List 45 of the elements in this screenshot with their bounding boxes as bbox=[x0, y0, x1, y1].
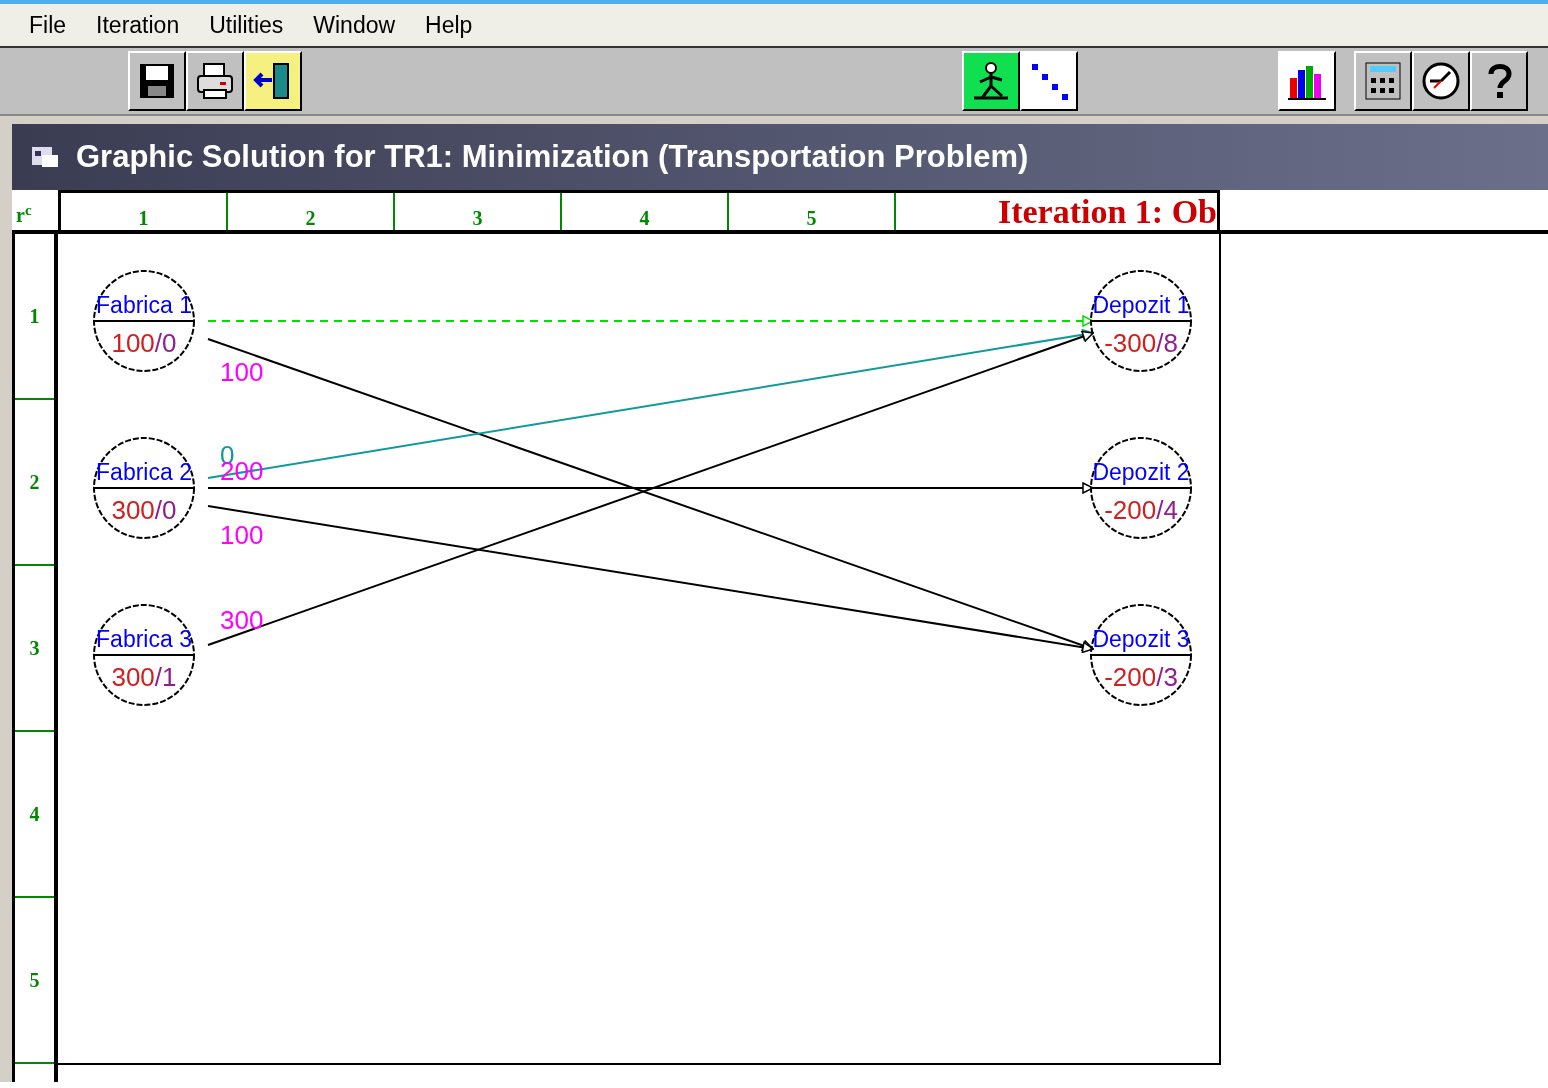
menu-item[interactable]: Window bbox=[298, 4, 411, 47]
node-name: Fabrica 2 bbox=[96, 459, 192, 485]
help-button[interactable] bbox=[1470, 51, 1528, 111]
clock-button[interactable] bbox=[1412, 51, 1470, 111]
row-header: 1 bbox=[15, 234, 54, 400]
demand-value: -200/3 bbox=[1104, 662, 1178, 692]
corner-label: r$^{c}$ bbox=[15, 200, 33, 228]
menu-item[interactable]: Utilities bbox=[194, 4, 299, 47]
node-name: Fabrica 3 bbox=[96, 626, 192, 652]
node-name: Fabrica 1 bbox=[96, 292, 192, 318]
walking-figure-button[interactable] bbox=[962, 51, 1020, 111]
flow-label: 300 bbox=[220, 605, 264, 636]
column-header: 5 bbox=[729, 193, 896, 230]
save-button[interactable] bbox=[128, 51, 186, 111]
calculator-icon bbox=[1362, 60, 1404, 102]
printer-button[interactable] bbox=[186, 51, 244, 111]
demand-value: -300/8 bbox=[1104, 328, 1178, 358]
supply-value: 300/1 bbox=[111, 662, 177, 692]
column-header: 4 bbox=[562, 193, 729, 230]
demand-value: -200/4 bbox=[1104, 495, 1178, 525]
column-header: 3 bbox=[395, 193, 562, 230]
calculator-button[interactable] bbox=[1354, 51, 1412, 111]
supply-value: 300/0 bbox=[111, 495, 177, 525]
diagonal-dots-button[interactable] bbox=[1020, 51, 1078, 111]
flow-label: 100 bbox=[220, 356, 264, 387]
iteration-heading: Iteration 1: Ob bbox=[996, 193, 1217, 230]
node-name: Depozit 1 bbox=[1092, 292, 1190, 318]
supply-value: 100/0 bbox=[111, 328, 177, 358]
row-header: 4 bbox=[15, 732, 54, 898]
row-header: 5 bbox=[15, 898, 54, 1064]
node-name: Depozit 3 bbox=[1092, 626, 1190, 652]
menu-item[interactable]: Help bbox=[410, 4, 488, 47]
bar-chart-button[interactable] bbox=[1278, 51, 1336, 111]
row-header: 3 bbox=[15, 566, 54, 732]
column-header: 1 bbox=[61, 193, 228, 230]
row-header: 2 bbox=[15, 400, 54, 566]
printer-icon bbox=[194, 60, 236, 102]
column-header: 2 bbox=[228, 193, 395, 230]
exit-door-button[interactable] bbox=[244, 51, 302, 111]
flow-label: 100 bbox=[220, 519, 264, 550]
window-title: Graphic Solution for TR1: Minimization (Transportation Problem) bbox=[76, 137, 1029, 176]
node-name: Depozit 2 bbox=[1092, 459, 1190, 485]
menu-item[interactable]: Iteration bbox=[81, 4, 195, 47]
clock-icon bbox=[1420, 60, 1462, 102]
menu-item[interactable]: File bbox=[14, 4, 82, 47]
